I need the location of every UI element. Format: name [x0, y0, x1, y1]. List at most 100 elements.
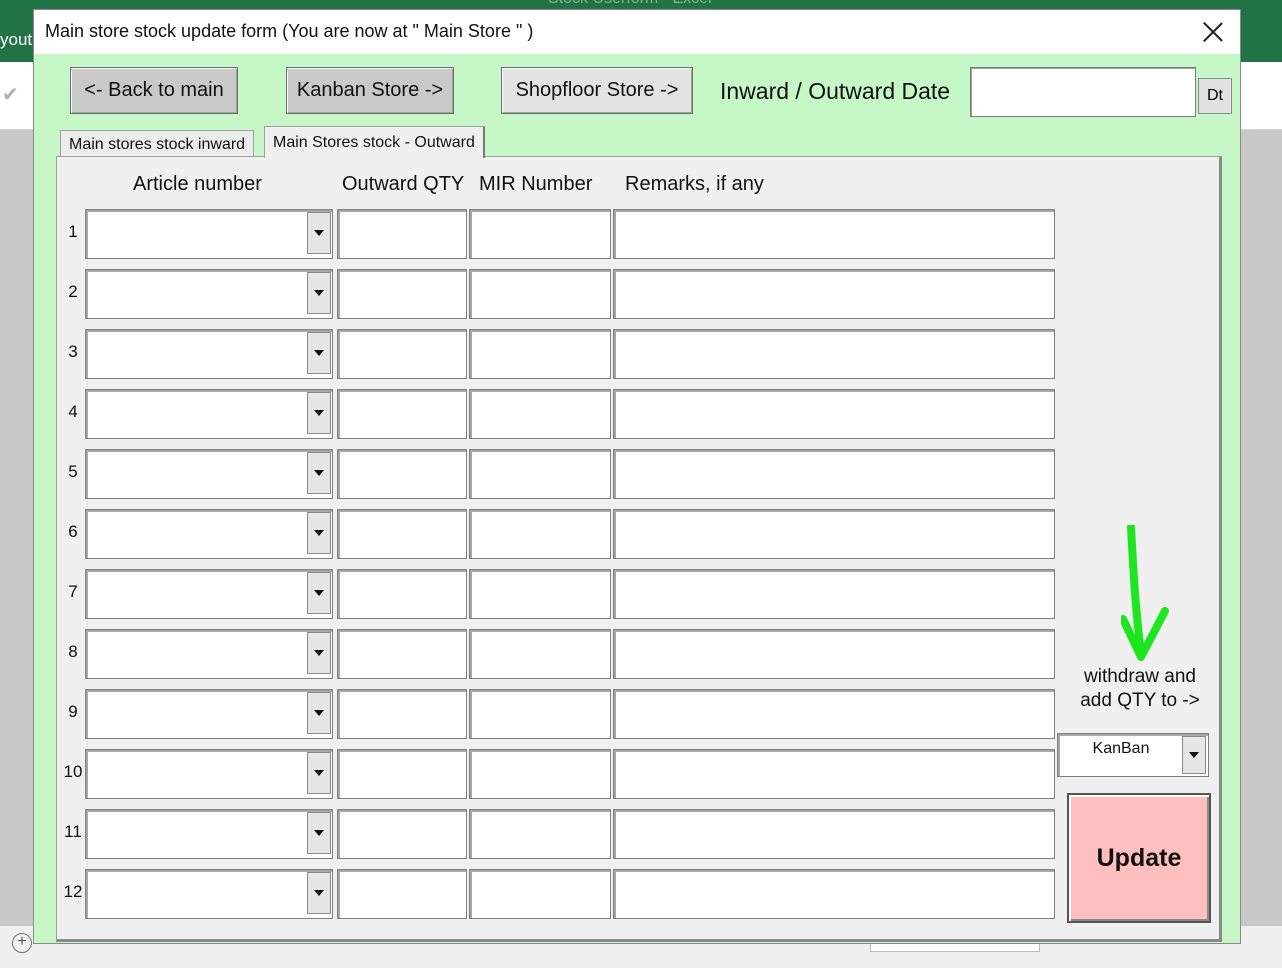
- tab-stock-outward[interactable]: Main Stores stock - Outward: [264, 126, 485, 158]
- remarks-input[interactable]: [613, 389, 1055, 439]
- mir-number-input[interactable]: [469, 629, 611, 679]
- table-row: 12: [57, 869, 1067, 919]
- remarks-input[interactable]: [613, 449, 1055, 499]
- table-row: 9: [57, 689, 1067, 739]
- mir-number-input[interactable]: [469, 449, 611, 499]
- mir-number-input[interactable]: [469, 569, 611, 619]
- date-input[interactable]: [970, 67, 1196, 117]
- update-button[interactable]: Update: [1067, 793, 1211, 923]
- remarks-input[interactable]: [613, 629, 1055, 679]
- outward-qty-input[interactable]: [337, 749, 467, 799]
- article-dropdown-button[interactable]: [307, 812, 331, 854]
- row-number: 4: [68, 402, 78, 421]
- remarks-input[interactable]: [613, 209, 1055, 259]
- article-dropdown-button[interactable]: [307, 212, 331, 254]
- row-number: 1: [68, 222, 78, 241]
- outward-qty-input[interactable]: [337, 869, 467, 919]
- outward-qty-input[interactable]: [337, 449, 467, 499]
- chevron-down-icon: [314, 590, 324, 596]
- remarks-input[interactable]: [613, 329, 1055, 379]
- article-number-combobox[interactable]: [85, 209, 333, 259]
- article-dropdown-button[interactable]: [307, 452, 331, 494]
- date-picker-button[interactable]: Dt: [1198, 78, 1232, 114]
- table-row: 4: [57, 389, 1067, 439]
- row-number: 8: [68, 642, 78, 661]
- outward-qty-input[interactable]: [337, 389, 467, 439]
- article-number-combobox[interactable]: [85, 689, 333, 739]
- mir-number-input[interactable]: [469, 809, 611, 859]
- outward-qty-input[interactable]: [337, 209, 467, 259]
- article-number-combobox[interactable]: [85, 389, 333, 439]
- outward-qty-input[interactable]: [337, 569, 467, 619]
- article-dropdown-button[interactable]: [307, 392, 331, 434]
- row-number: 3: [68, 342, 78, 361]
- outward-qty-input[interactable]: [337, 689, 467, 739]
- mir-number-input[interactable]: [469, 689, 611, 739]
- row-number: 10: [63, 762, 83, 781]
- add-sheet-icon[interactable]: +: [12, 933, 32, 953]
- article-number-combobox[interactable]: [85, 269, 333, 319]
- arrow-down-annotation: [1121, 525, 1169, 661]
- remarks-input[interactable]: [613, 269, 1055, 319]
- remarks-input[interactable]: [613, 809, 1055, 859]
- article-number-combobox[interactable]: [85, 749, 333, 799]
- chevron-down-icon: [314, 470, 324, 476]
- row-number: 6: [68, 522, 78, 541]
- article-dropdown-button[interactable]: [307, 512, 331, 554]
- outward-qty-input[interactable]: [337, 629, 467, 679]
- table-row: 7: [57, 569, 1067, 619]
- outward-qty-input[interactable]: [337, 809, 467, 859]
- article-dropdown-button[interactable]: [307, 572, 331, 614]
- chevron-down-icon: [314, 770, 324, 776]
- article-dropdown-button[interactable]: [307, 752, 331, 794]
- close-icon[interactable]: [1198, 17, 1228, 47]
- outward-qty-input[interactable]: [337, 329, 467, 379]
- mir-number-input[interactable]: [469, 749, 611, 799]
- remarks-input[interactable]: [613, 869, 1055, 919]
- row-number: 5: [68, 462, 78, 481]
- mir-number-input[interactable]: [469, 209, 611, 259]
- row-number: 12: [63, 882, 83, 901]
- remarks-input[interactable]: [613, 689, 1055, 739]
- stock-update-dialog: Main store stock update form (You are no…: [33, 9, 1241, 944]
- article-number-combobox[interactable]: [85, 569, 333, 619]
- row-number: 2: [68, 282, 78, 301]
- article-dropdown-button[interactable]: [307, 332, 331, 374]
- mir-number-input[interactable]: [469, 869, 611, 919]
- dialog-titlebar: Main store stock update form (You are no…: [34, 10, 1240, 54]
- article-dropdown-button[interactable]: [307, 692, 331, 734]
- remarks-input[interactable]: [613, 749, 1055, 799]
- tab-stock-inward[interactable]: Main stores stock inward: [60, 130, 255, 158]
- header-outward-qty: Outward QTY: [342, 173, 465, 195]
- shopfloor-store-button[interactable]: Shopfloor Store ->: [501, 67, 693, 114]
- article-number-combobox[interactable]: [85, 449, 333, 499]
- destination-select[interactable]: KanBan: [1057, 733, 1209, 777]
- outward-qty-input[interactable]: [337, 269, 467, 319]
- chevron-down-icon: [314, 230, 324, 236]
- table-row: 11: [57, 809, 1067, 859]
- kanban-store-button[interactable]: Kanban Store ->: [286, 67, 454, 114]
- article-number-combobox[interactable]: [85, 809, 333, 859]
- mir-number-input[interactable]: [469, 509, 611, 559]
- remarks-input[interactable]: [613, 569, 1055, 619]
- mir-number-input[interactable]: [469, 389, 611, 439]
- row-number: 11: [64, 822, 82, 841]
- back-to-main-button[interactable]: <- Back to main: [70, 67, 238, 114]
- outward-qty-input[interactable]: [337, 509, 467, 559]
- article-number-combobox[interactable]: [85, 509, 333, 559]
- table-row: 1: [57, 209, 1067, 259]
- article-dropdown-button[interactable]: [307, 872, 331, 914]
- article-number-combobox[interactable]: [85, 869, 333, 919]
- table-row: 3: [57, 329, 1067, 379]
- destination-dropdown-button[interactable]: [1182, 736, 1206, 774]
- mir-number-input[interactable]: [469, 269, 611, 319]
- article-number-combobox[interactable]: [85, 629, 333, 679]
- article-dropdown-button[interactable]: [307, 272, 331, 314]
- mir-number-input[interactable]: [469, 329, 611, 379]
- article-number-combobox[interactable]: [85, 329, 333, 379]
- row-number: 9: [68, 702, 78, 721]
- remarks-input[interactable]: [613, 509, 1055, 559]
- ribbon-tab-fragment[interactable]: yout: [0, 30, 32, 50]
- withdraw-instruction: withdraw and add QTY to ->: [1077, 665, 1203, 713]
- article-dropdown-button[interactable]: [307, 632, 331, 674]
